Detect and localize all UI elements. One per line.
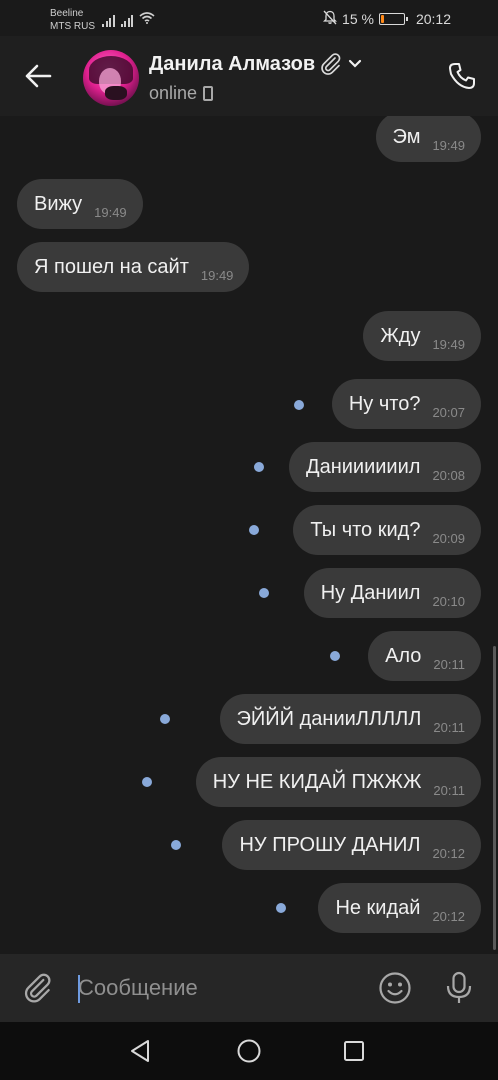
chat-header: Данила Алмазов online	[0, 36, 498, 116]
message-bubble[interactable]: Не кидай 20:12	[318, 883, 481, 933]
circle-home-icon	[237, 1039, 261, 1063]
message-text: ЭЙЙЙ данииЛЛЛЛЛ	[237, 708, 422, 731]
message-bubble[interactable]: Ну что? 20:07	[331, 379, 481, 429]
mobile-device-icon	[203, 86, 214, 101]
message-bubble[interactable]: Я пошел на сайт 19:49	[17, 242, 250, 292]
message-bubble[interactable]: Эм 19:49	[375, 116, 481, 162]
message-text: Ну что?	[348, 392, 421, 415]
unread-indicator	[259, 588, 269, 598]
phone-call-icon	[449, 63, 475, 89]
signal-icon	[120, 15, 133, 27]
message-text: Даниииииил	[306, 455, 421, 478]
unread-indicator	[142, 777, 152, 787]
clock: 20:12	[415, 11, 451, 27]
message-time: 20:12	[432, 845, 465, 861]
carrier-name: MTS RUS	[50, 21, 95, 32]
emoji-button[interactable]	[377, 970, 413, 1006]
contact-status: online	[149, 83, 198, 103]
message-composer	[0, 954, 498, 1022]
message-text: НУ ПРОШУ ДАНИЛ	[239, 833, 421, 856]
unread-indicator	[276, 903, 286, 913]
message-time: 20:10	[432, 593, 465, 609]
microphone-icon	[446, 971, 472, 1003]
back-arrow-icon	[25, 64, 52, 88]
message-bubble[interactable]: Даниииииил 20:08	[289, 442, 481, 492]
unread-indicator	[254, 462, 264, 472]
battery-percent: 15 %	[342, 11, 374, 27]
unread-indicator	[160, 714, 170, 724]
network-icons	[102, 12, 155, 27]
call-button[interactable]	[444, 58, 480, 94]
back-button[interactable]	[20, 58, 56, 94]
message-bubble[interactable]: Вижу 19:49	[17, 179, 143, 229]
message-text: Не кидай	[335, 896, 421, 919]
message-bubble[interactable]: Жду 19:49	[363, 311, 481, 361]
message-time: 19:49	[94, 204, 127, 220]
contact-status-row: online	[149, 83, 214, 104]
nav-recent-button[interactable]	[342, 1039, 366, 1068]
nav-back-button[interactable]	[128, 1038, 154, 1069]
message-text-part: ЛЛЛЛЛ	[355, 707, 422, 730]
battery-level	[380, 15, 385, 23]
message-text: Вижу	[34, 192, 83, 215]
contact-title[interactable]: Данила Алмазов	[149, 52, 363, 76]
chevron-down-icon	[349, 59, 362, 68]
battery-icon	[378, 13, 408, 25]
paperclip-icon	[24, 973, 51, 1003]
status-bar: Beeline MTS RUS 15 % 20:12	[0, 0, 498, 36]
message-text: Эм	[392, 125, 421, 148]
unread-indicator	[294, 400, 304, 410]
message-bubble[interactable]: Ну Даниил 20:10	[303, 568, 481, 618]
wifi-icon	[139, 12, 155, 27]
message-input[interactable]	[78, 968, 368, 1008]
message-time: 20:08	[432, 467, 465, 483]
message-text: Жду	[380, 324, 421, 347]
message-text: Я пошел на сайт	[34, 255, 189, 278]
message-time: 20:07	[432, 404, 465, 420]
unread-indicator	[330, 651, 340, 661]
message-time: 20:11	[433, 656, 465, 672]
mute-icon	[322, 10, 338, 28]
message-bubble[interactable]: Ты что кид? 20:09	[293, 505, 481, 555]
message-bubble[interactable]: НУ НЕ КИДАЙ ПЖЖЖ 20:11	[195, 757, 481, 807]
message-text: Ало	[385, 644, 422, 667]
emoji-icon	[379, 972, 411, 1004]
signal-icon	[102, 15, 115, 27]
message-text: Ты что кид?	[310, 518, 421, 541]
unread-indicator	[171, 840, 181, 850]
message-list[interactable]: Эм 19:49 Вижу 19:49 Я пошел на сайт 19:4…	[0, 116, 498, 954]
avatar[interactable]	[83, 50, 139, 106]
scrollbar[interactable]	[493, 646, 496, 950]
status-right: 15 % 20:12	[322, 10, 451, 28]
message-time: 19:49	[432, 336, 465, 352]
message-text: НУ НЕ КИДАЙ ПЖЖЖ	[212, 770, 422, 793]
message-bubble[interactable]: НУ ПРОШУ ДАНИЛ 20:12	[222, 820, 481, 870]
message-time: 20:12	[432, 908, 465, 924]
message-time: 19:49	[432, 137, 465, 153]
square-recent-icon	[344, 1041, 364, 1061]
message-time: 19:49	[200, 267, 234, 283]
nav-home-button[interactable]	[236, 1038, 262, 1069]
contact-name: Данила Алмазов	[149, 52, 316, 75]
carrier-name: Beeline	[50, 8, 84, 19]
voice-message-button[interactable]	[441, 970, 477, 1006]
message-time: 20:11	[433, 719, 465, 735]
message-bubble[interactable]: ЭЙЙЙ данииЛЛЛЛЛ 20:11	[219, 694, 481, 744]
carrier-info: Beeline MTS RUS	[50, 7, 95, 33]
message-bubble[interactable]: Ало 20:11	[368, 631, 481, 681]
system-nav-bar	[0, 1022, 498, 1080]
text-cursor	[78, 975, 80, 1003]
message-text: Ну Даниил	[320, 581, 421, 604]
message-time: 20:11	[433, 782, 465, 798]
paperclip-icon	[321, 53, 341, 75]
triangle-back-icon	[131, 1040, 149, 1062]
message-time: 20:09	[432, 530, 465, 546]
message-text-part: ЭЙЙЙ дании	[236, 707, 356, 730]
unread-indicator	[249, 525, 259, 535]
attach-button[interactable]	[20, 970, 56, 1006]
